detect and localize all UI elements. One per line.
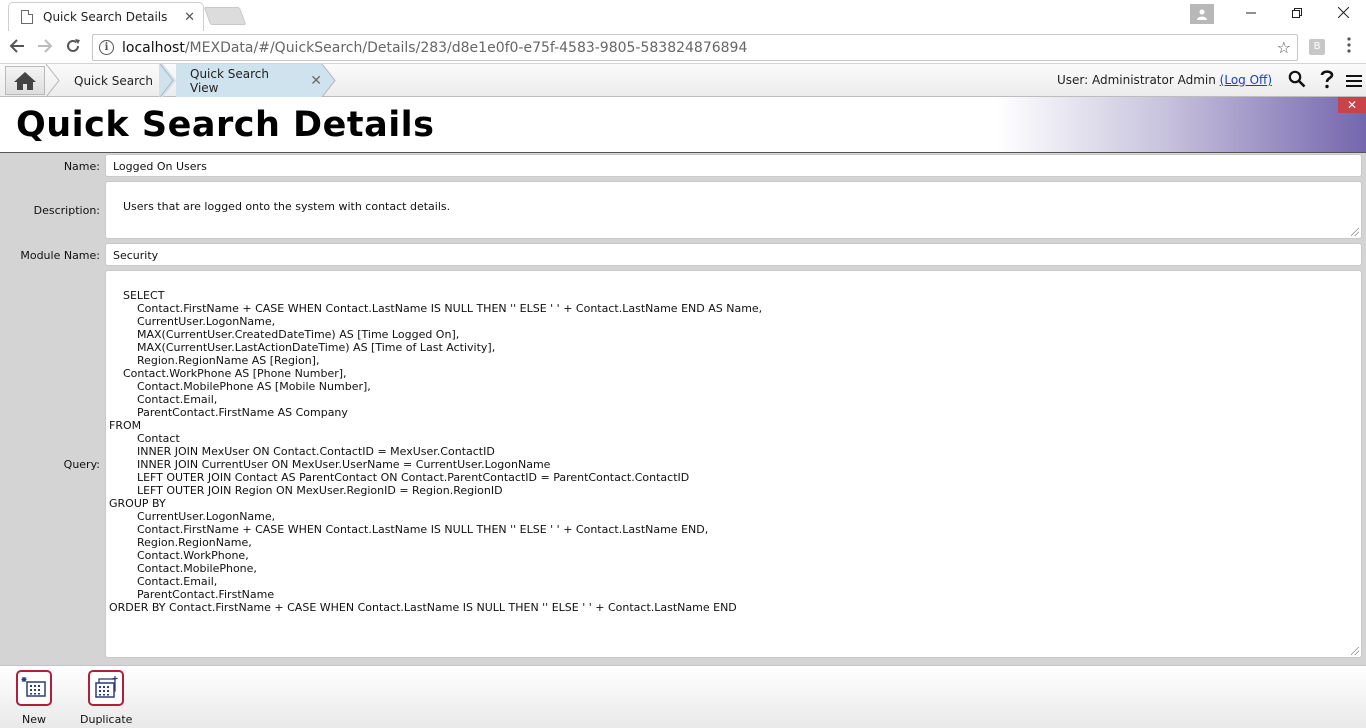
browser-tab-strip: Quick Search Details ✕ <box>0 0 1366 31</box>
breadcrumb-separator <box>159 64 176 97</box>
resize-grip[interactable] <box>1351 228 1359 236</box>
close-window-icon[interactable] <box>1320 6 1366 22</box>
restore-icon[interactable] <box>1274 6 1320 22</box>
breadcrumb-quick-search-view[interactable]: Quick Search View ✕ <box>176 64 322 97</box>
new-icon <box>16 670 52 706</box>
browser-tab-active[interactable]: Quick Search Details ✕ <box>8 2 204 31</box>
action-toolbar: New Duplicate <box>0 665 1366 728</box>
description-label: Description: <box>33 204 100 217</box>
description-text: Users that are logged onto the system wi… <box>123 200 451 213</box>
close-page-button[interactable]: ✕ <box>1338 97 1366 113</box>
module-name-label: Module Name: <box>20 249 100 262</box>
description-field[interactable]: Users that are logged onto the system wi… <box>105 181 1362 239</box>
minimize-icon[interactable] <box>1228 6 1274 22</box>
query-text: SELECT Contact.FirstName + CASE WHEN Con… <box>109 289 763 614</box>
breadcrumb-separator <box>321 64 336 97</box>
window-controls <box>1190 0 1366 28</box>
search-icon[interactable] <box>1288 70 1306 93</box>
menu-icon[interactable] <box>1346 73 1362 94</box>
query-field[interactable]: SELECT Contact.FirstName + CASE WHEN Con… <box>105 270 1362 658</box>
home-button[interactable] <box>5 66 45 95</box>
close-tab-icon[interactable]: ✕ <box>184 10 195 25</box>
new-tab-button[interactable] <box>203 7 247 25</box>
resize-grip[interactable] <box>1351 647 1359 655</box>
duplicate-icon <box>88 670 125 706</box>
breadcrumb-quick-search[interactable]: Quick Search <box>60 64 160 97</box>
home-icon <box>14 71 36 90</box>
log-off-link[interactable]: (Log Off) <box>1220 73 1272 87</box>
extension-icon[interactable]: B <box>1309 39 1325 55</box>
details-form: Name: Logged On Users Description: Users… <box>0 153 1366 665</box>
user-label: User: Administrator Admin <box>1056 73 1216 87</box>
new-label: New <box>22 713 46 726</box>
query-label: Query: <box>63 458 100 471</box>
new-button[interactable]: New <box>16 670 52 726</box>
page-icon <box>21 10 33 24</box>
back-arrow-icon[interactable] <box>9 38 25 59</box>
breadcrumb-label: Quick Search <box>74 73 153 88</box>
address-bar: i localhost/MEXData/#/QuickSearch/Detail… <box>0 31 1366 64</box>
browser-tab-title: Quick Search Details <box>43 10 168 24</box>
url-path: /MEXData/#/QuickSearch/Details/283/d8e1e… <box>184 39 748 56</box>
duplicate-label: Duplicate <box>80 713 133 726</box>
url-field[interactable]: i localhost/MEXData/#/QuickSearch/Detail… <box>92 34 1298 61</box>
app-navigation-bar: Quick Search Quick Search View ✕ User: A… <box>0 64 1366 97</box>
bookmark-star-icon[interactable]: ☆ <box>1277 38 1291 57</box>
page-title: Quick Search Details <box>16 105 435 145</box>
reload-icon[interactable] <box>65 38 81 59</box>
forward-arrow-icon[interactable] <box>37 38 53 59</box>
url-host: localhost <box>122 39 185 56</box>
page-header: Quick Search Details ✕ <box>0 97 1366 153</box>
module-name-field[interactable]: Security <box>105 243 1362 266</box>
info-icon[interactable]: i <box>99 40 114 55</box>
breadcrumb-label: Quick Search View <box>190 66 269 95</box>
user-info: User: Administrator Admin (Log Off) <box>1057 73 1272 87</box>
name-label: Name: <box>63 160 100 173</box>
name-field[interactable]: Logged On Users <box>105 154 1362 177</box>
browser-menu-icon[interactable] <box>1345 37 1353 53</box>
duplicate-button[interactable]: Duplicate <box>80 670 132 726</box>
profile-icon[interactable] <box>1190 4 1214 24</box>
help-icon[interactable] <box>1320 69 1334 94</box>
